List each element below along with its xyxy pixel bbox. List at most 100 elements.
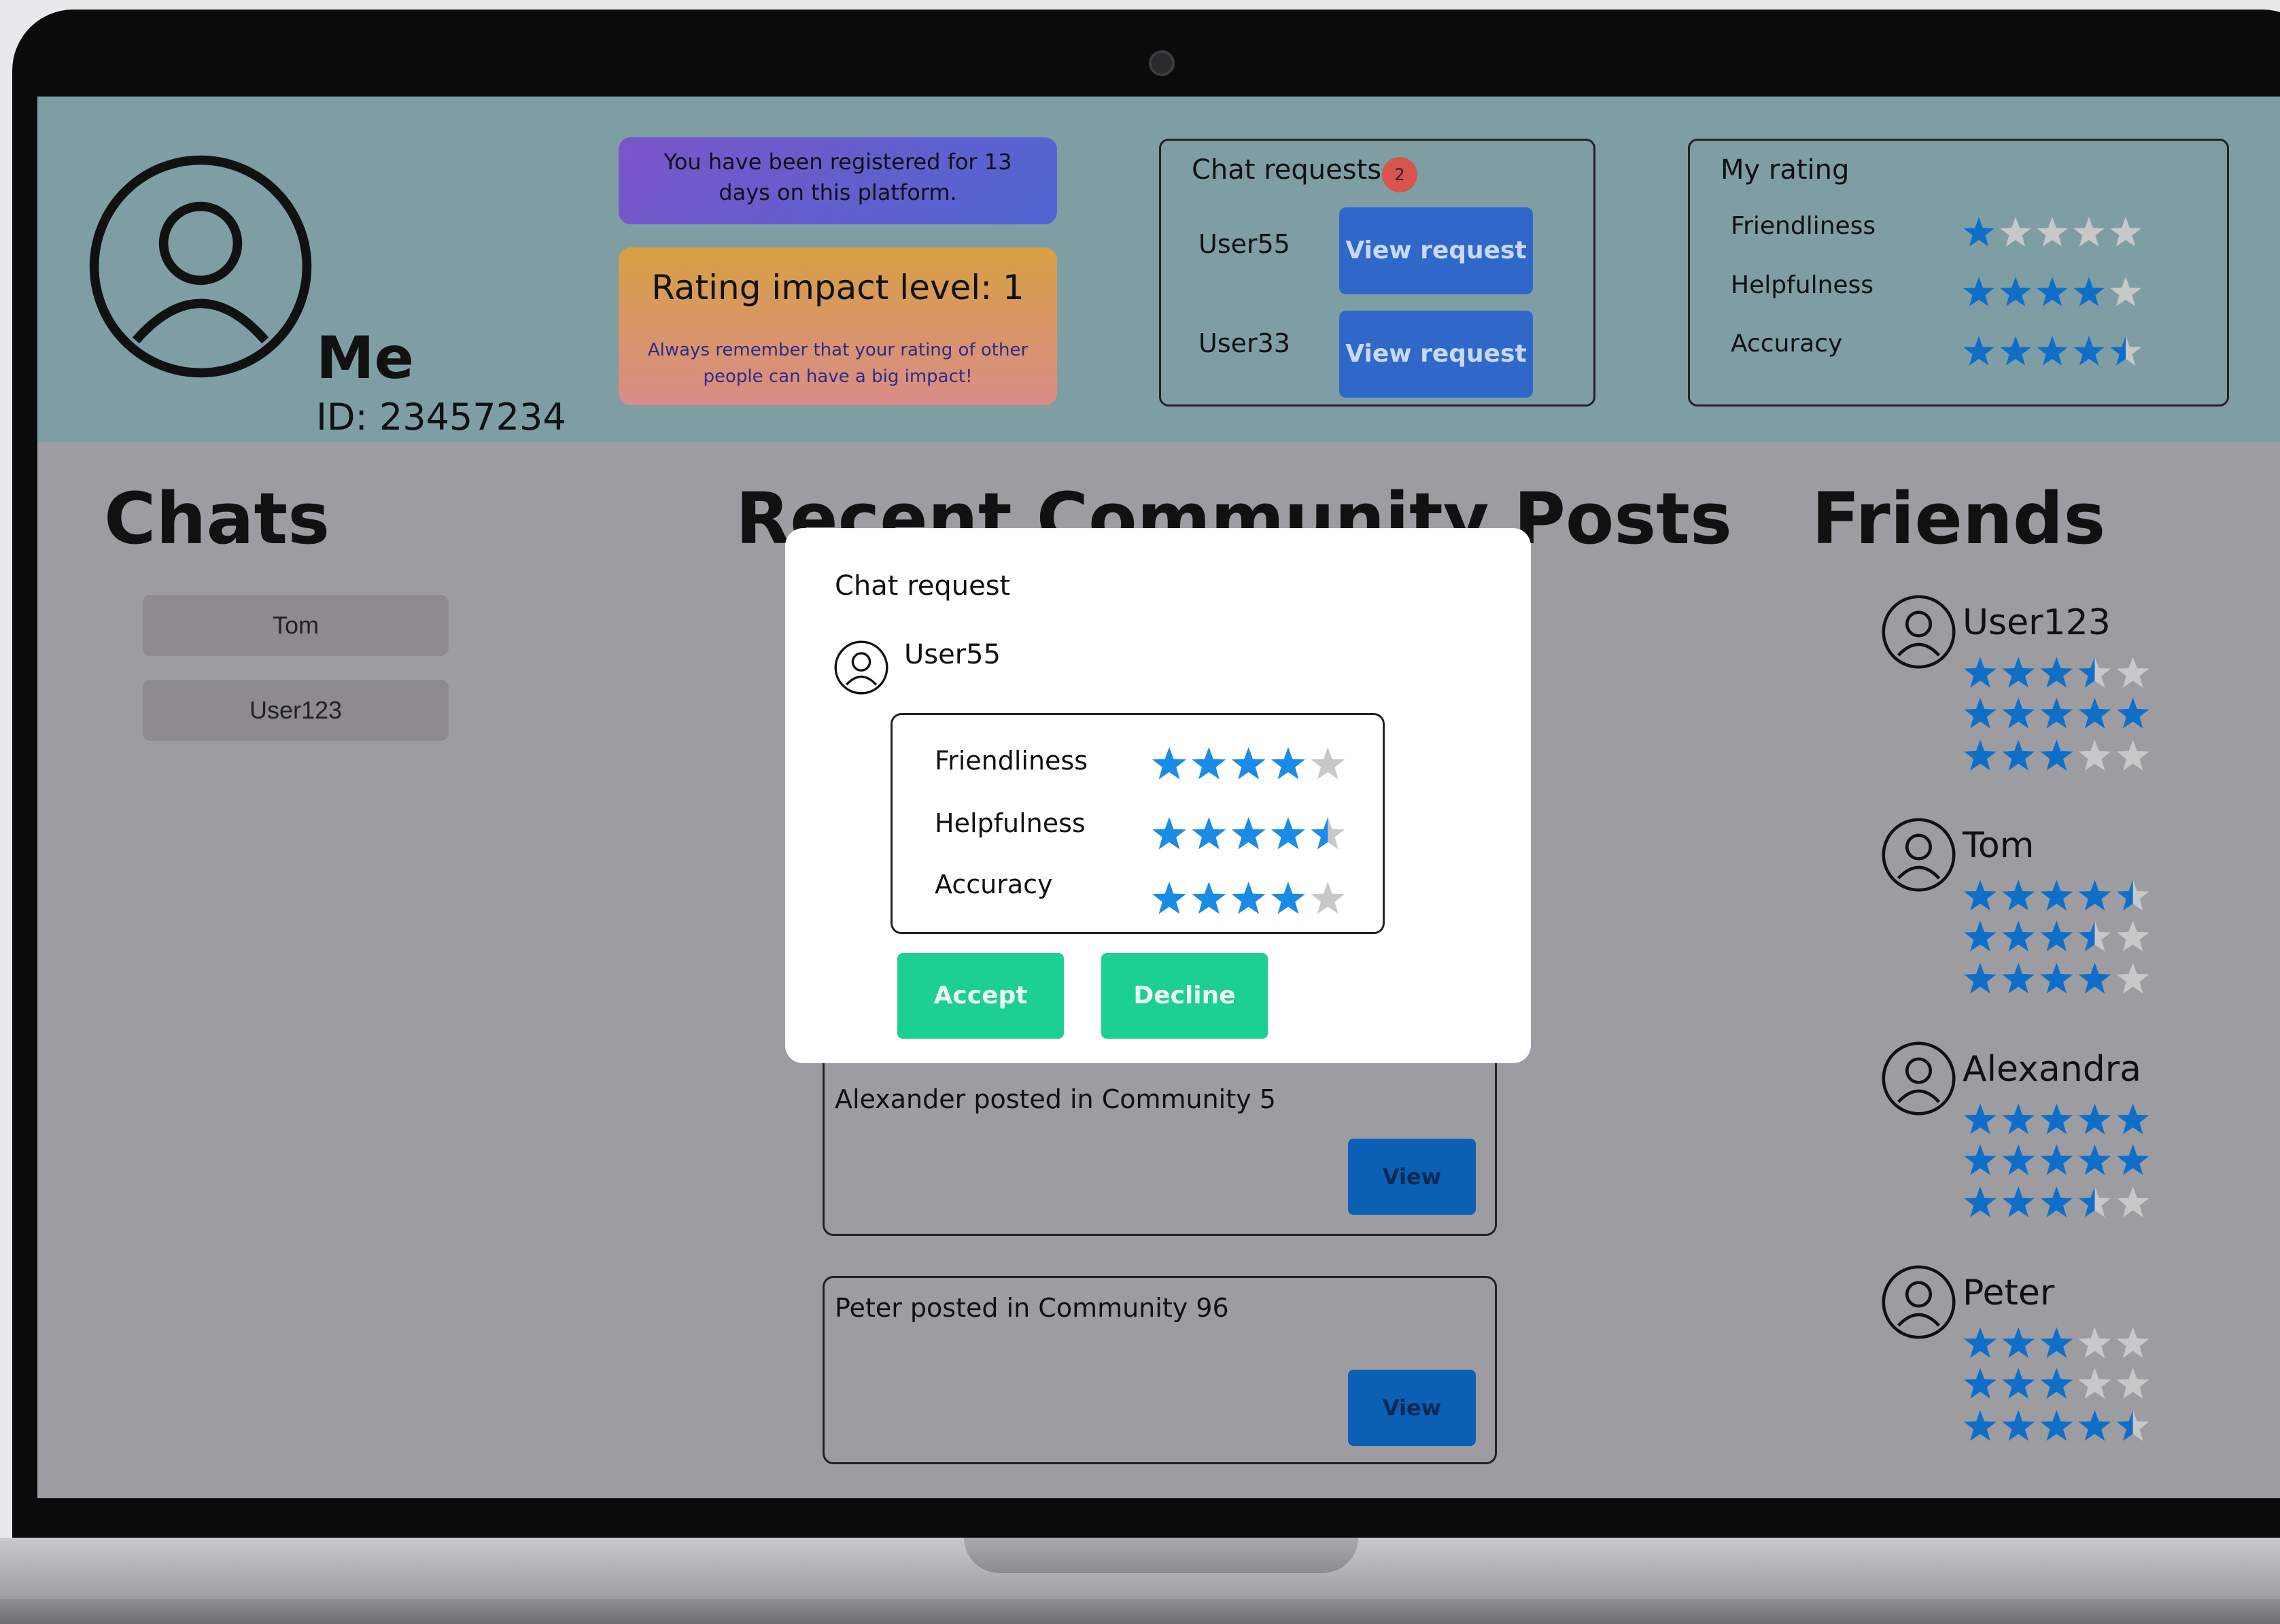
friend-card[interactable]: Tom xyxy=(1880,816,2149,994)
star-filled-icon xyxy=(2040,920,2073,952)
friend-card[interactable]: User123 xyxy=(1880,593,2149,771)
friend-friendliness-stars xyxy=(1963,1102,2151,1140)
chat-request-dialog: Chat request User55 Friendliness Helpful… xyxy=(785,528,1531,1063)
star-filled-icon xyxy=(1192,747,1226,780)
star-empty-icon xyxy=(2078,1368,2111,1399)
star-empty-icon xyxy=(2110,277,2141,307)
star-filled-icon xyxy=(2078,697,2111,729)
star-filled-icon xyxy=(2116,697,2149,729)
profile-name: Me xyxy=(316,324,414,392)
profile-header: Me ID: 23457234 You have been registered… xyxy=(37,97,2280,442)
requester-accuracy-stars xyxy=(1151,880,1346,920)
star-filled-icon xyxy=(2002,920,2035,952)
friend-helpfulness-stars xyxy=(1963,696,2151,734)
chat-requests-panel: Chat requests 2 User55 View request User… xyxy=(1159,139,1595,407)
laptop-base-edge xyxy=(0,1599,2280,1624)
star-filled-icon xyxy=(2073,277,2105,307)
star-filled-icon xyxy=(2078,963,2111,994)
star-empty-icon xyxy=(2116,920,2149,952)
friend-accuracy-stars xyxy=(1963,738,2151,776)
star-filled-icon xyxy=(2040,1186,2073,1217)
impact-subtitle: Always remember that your rating of othe… xyxy=(647,340,1029,387)
post-text: Peter posted in Community 96 xyxy=(835,1293,1229,1323)
star-filled-icon xyxy=(2002,657,2035,688)
chat-requests-count-badge: 2 xyxy=(1382,157,1417,192)
rating-label-accuracy: Accuracy xyxy=(935,869,1053,899)
view-request-button[interactable]: View request xyxy=(1339,207,1533,294)
friend-friendliness-stars xyxy=(1963,1326,2151,1364)
chat-item[interactable]: User123 xyxy=(143,680,449,741)
chat-requests-title: Chat requests xyxy=(1192,154,1382,186)
friend-accuracy-stars xyxy=(1963,1409,2151,1447)
star-empty-icon xyxy=(2078,1327,2111,1358)
star-filled-icon xyxy=(1964,1144,1997,1175)
rating-label-accuracy: Accuracy xyxy=(1731,330,1843,358)
star-filled-icon xyxy=(2040,1144,2073,1175)
star-filled-icon xyxy=(2040,1368,2073,1399)
friend-card[interactable]: Peter xyxy=(1880,1263,2149,1441)
star-filled-icon xyxy=(2040,740,2073,771)
star-filled-icon xyxy=(2078,1103,2111,1135)
star-filled-icon xyxy=(2002,740,2035,771)
star-empty-icon xyxy=(2116,740,2149,771)
friend-name: Alexandra xyxy=(1963,1049,2141,1090)
star-filled-icon xyxy=(2002,963,2035,994)
chat-item[interactable]: Tom xyxy=(143,595,449,656)
request-user-label: User33 xyxy=(1198,328,1290,358)
star-empty-icon xyxy=(2116,1368,2149,1399)
star-filled-icon xyxy=(2040,963,2073,994)
star-filled-icon xyxy=(1964,740,1997,771)
friend-name: User123 xyxy=(1963,602,2111,643)
friend-accuracy-stars xyxy=(1963,961,2151,999)
star-filled-icon xyxy=(2002,1103,2035,1135)
friends-title: Friends xyxy=(1812,477,2106,560)
star-filled-icon xyxy=(1192,882,1226,914)
star-filled-icon xyxy=(2040,1103,2073,1135)
friend-card[interactable]: Alexandra xyxy=(1880,1039,2149,1217)
star-filled-icon xyxy=(1271,747,1305,780)
friend-helpfulness-stars xyxy=(1963,1366,2151,1404)
star-filled-icon xyxy=(1271,817,1305,850)
star-half-icon xyxy=(2078,657,2111,688)
star-filled-icon xyxy=(1152,817,1186,850)
star-filled-icon xyxy=(1964,1327,1997,1358)
requester-name: User55 xyxy=(904,639,1001,670)
star-half-icon xyxy=(2078,920,2111,952)
friend-avatar-icon xyxy=(1882,818,1956,892)
laptop-notch xyxy=(964,1538,1358,1573)
star-filled-icon xyxy=(1964,1410,1997,1441)
view-request-button[interactable]: View request xyxy=(1339,311,1533,398)
star-filled-icon xyxy=(2002,1327,2035,1358)
star-empty-icon xyxy=(1311,882,1345,914)
my-friendliness-stars xyxy=(1962,215,2143,252)
star-filled-icon xyxy=(1271,882,1305,914)
accept-button[interactable]: Accept xyxy=(897,953,1064,1039)
star-filled-icon xyxy=(1964,920,1997,952)
star-empty-icon xyxy=(2116,1186,2149,1217)
star-filled-icon xyxy=(2000,336,2031,366)
friend-accuracy-stars xyxy=(1963,1185,2151,1223)
star-filled-icon xyxy=(1964,1186,1997,1217)
decline-button[interactable]: Decline xyxy=(1101,953,1268,1039)
community-post: Peter posted in Community 96 View xyxy=(823,1276,1497,1464)
star-filled-icon xyxy=(1231,747,1266,780)
view-post-button[interactable]: View xyxy=(1348,1139,1476,1215)
my-accuracy-stars xyxy=(1962,334,2143,371)
star-filled-icon xyxy=(2040,1327,2073,1358)
star-empty-icon xyxy=(2037,217,2068,247)
star-empty-icon xyxy=(1311,747,1345,780)
star-filled-icon xyxy=(1152,747,1186,780)
star-filled-icon xyxy=(1963,217,1994,247)
star-filled-icon xyxy=(2002,1368,2035,1399)
friend-avatar-icon xyxy=(1882,1265,1956,1339)
view-post-button[interactable]: View xyxy=(1348,1370,1476,1446)
requester-ratings: Friendliness Helpfulness Accuracy xyxy=(891,713,1385,934)
star-filled-icon xyxy=(1964,1368,1997,1399)
request-user-label: User55 xyxy=(1198,229,1290,259)
star-half-icon xyxy=(1311,817,1345,850)
dialog-title: Chat request xyxy=(835,570,1011,602)
star-empty-icon xyxy=(2116,1327,2149,1358)
star-empty-icon xyxy=(2000,217,2031,247)
my-rating-title: My rating xyxy=(1721,154,1850,186)
star-empty-icon xyxy=(2073,217,2105,247)
